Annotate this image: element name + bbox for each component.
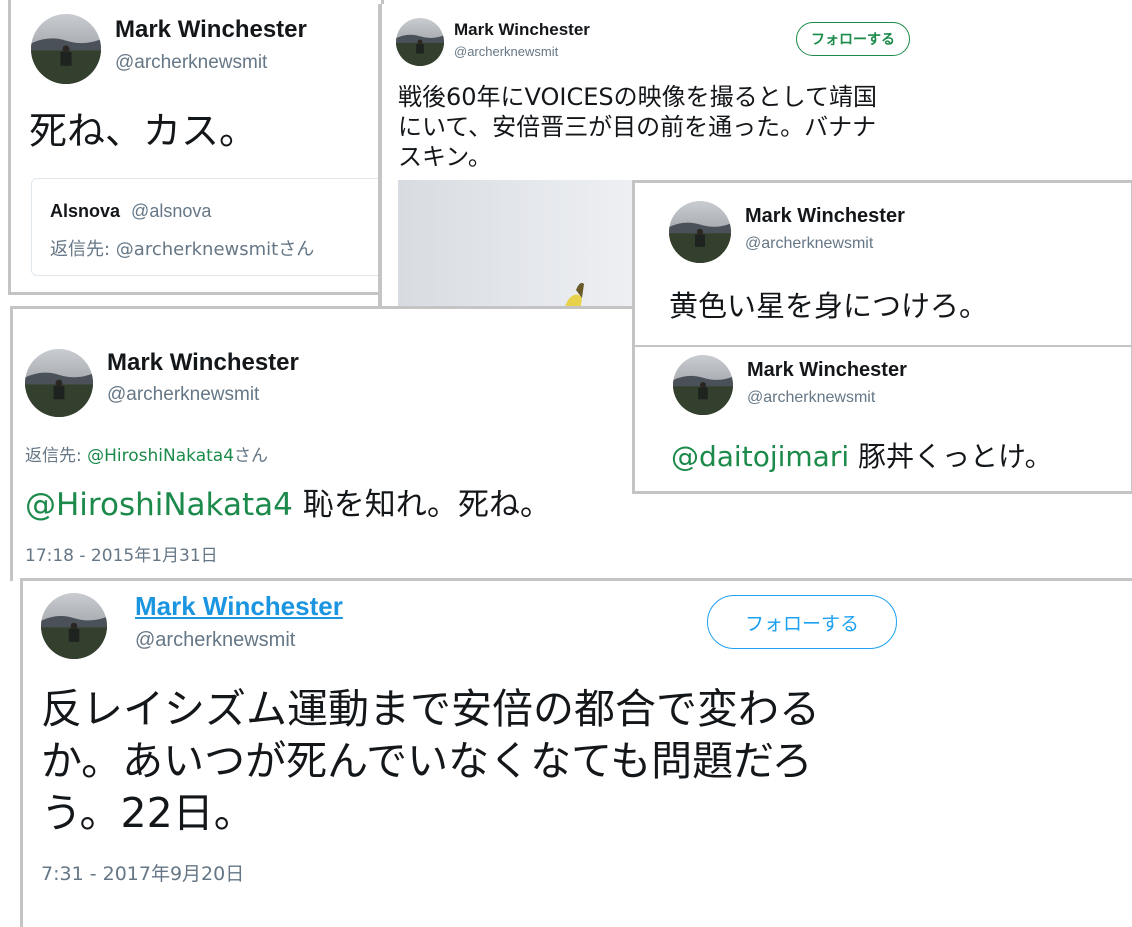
reply-to[interactable]: @archerknewsmitさん xyxy=(116,239,314,260)
handle[interactable]: @archerknewsmit xyxy=(747,389,875,407)
avatar[interactable] xyxy=(41,593,107,659)
tweet-text-line: か。あいつが死んでいなくなても問題だろ xyxy=(41,737,813,785)
display-name[interactable]: Mark Winchester xyxy=(107,349,299,377)
tweet-text-line: 反レイシズム運動まで安倍の都合で変わる xyxy=(41,685,820,733)
reply-context: 返信先: @HiroshiNakata4さん xyxy=(25,441,268,466)
reply-prefix: 返信先: xyxy=(25,446,88,466)
avatar-photo-icon xyxy=(669,201,731,263)
mention-link[interactable]: @HiroshiNakata4 xyxy=(25,487,293,523)
card-divider xyxy=(635,345,1131,347)
tweet-text: @HiroshiNakata4 恥を知れ。死ね。 xyxy=(25,479,551,524)
handle[interactable]: @archerknewsmit xyxy=(745,235,873,253)
avatar[interactable] xyxy=(31,14,101,84)
display-name-link[interactable]: Mark Winchester xyxy=(135,591,343,622)
tweet-text: 反レイシズム運動まで安倍の都合で変わる か。あいつが死んでいなくなても問題だろ … xyxy=(41,683,820,839)
timestamp[interactable]: 7:31 - 2017年9月20日 xyxy=(41,859,244,886)
handle[interactable]: @archerknewsmit xyxy=(107,384,259,406)
quote-handle: @alsnova xyxy=(131,201,212,221)
avatar-photo-icon xyxy=(31,14,101,84)
timestamp[interactable]: 17:18 - 2015年1月31日 xyxy=(25,541,218,566)
avatar-photo-icon xyxy=(41,593,107,659)
tweet-text: 戦後60年にVOICESの映像を撮るとして靖国 にいて、安倍晋三が目の前を通った… xyxy=(398,82,877,172)
avatar[interactable] xyxy=(673,355,733,415)
avatar-photo-icon xyxy=(673,355,733,415)
tweet-text: @daitojimari 豚丼くっとけ。 xyxy=(671,435,1053,475)
follow-button[interactable]: フォローする xyxy=(707,595,897,649)
avatar-photo-icon xyxy=(396,18,444,66)
tweet-text-line: う。22日。 xyxy=(41,789,255,837)
display-name[interactable]: Mark Winchester xyxy=(747,359,907,382)
avatar[interactable] xyxy=(396,18,444,66)
avatar[interactable] xyxy=(669,201,731,263)
handle[interactable]: @archerknewsmit xyxy=(135,629,295,652)
tweet-card-4: Mark Winchester @archerknewsmit 黄色い星を身につ… xyxy=(632,180,1132,494)
tweet-text-line: スキン。 xyxy=(398,143,492,171)
tweet-text-line: 戦後60年にVOICESの映像を撮るとして靖国 xyxy=(398,83,877,111)
reply-mention-link[interactable]: @HiroshiNakata4 xyxy=(87,446,234,466)
tweet-text: 黄色い星を身につけろ。 xyxy=(669,289,989,323)
reply-prefix: 返信先: xyxy=(50,239,116,260)
tweet-body: 恥を知れ。死ね。 xyxy=(292,487,552,523)
tweet-card-3: Mark Winchester @archerknewsmit 返信先: @Hi… xyxy=(10,306,653,581)
reply-suffix: さん xyxy=(234,446,269,466)
mention-link[interactable]: @daitojimari xyxy=(671,440,849,473)
tweet-text: 死ね、カス。 xyxy=(29,109,258,153)
tweet-card-1: Mark Winchester @archerknewsmit 死ね、カス。 A… xyxy=(8,0,384,295)
handle[interactable]: @archerknewsmit xyxy=(115,52,267,74)
tweet-card-6: Mark Winchester @archerknewsmit フォローする 反… xyxy=(20,578,1132,927)
display-name[interactable]: Mark Winchester xyxy=(115,16,307,44)
quote-name: Alsnova xyxy=(50,201,121,221)
display-name[interactable]: Mark Winchester xyxy=(454,20,590,40)
tweet-text-line: にいて、安倍晋三が目の前を通った。バナナ xyxy=(398,113,877,141)
tweet-body: 豚丼くっとけ。 xyxy=(849,440,1053,473)
quoted-tweet[interactable]: Alsnova @alsnova 返信先: @archerknewsmitさん xyxy=(31,178,381,276)
handle[interactable]: @archerknewsmit xyxy=(454,44,558,59)
follow-button[interactable]: フォローする xyxy=(796,22,910,56)
display-name[interactable]: Mark Winchester xyxy=(745,205,905,228)
avatar[interactable] xyxy=(25,349,93,417)
avatar-photo-icon xyxy=(25,349,93,417)
